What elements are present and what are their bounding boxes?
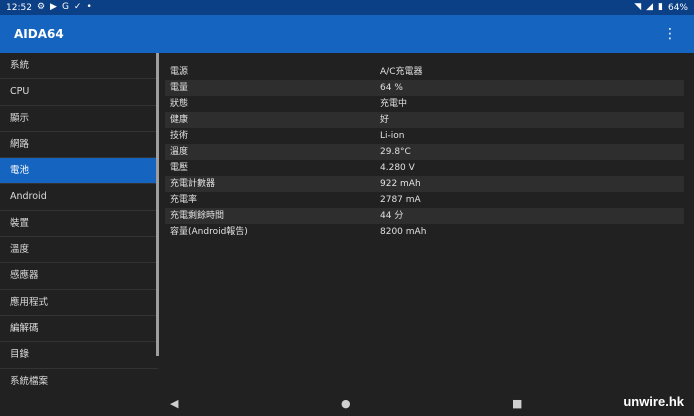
row-label: 健康: [170, 115, 189, 125]
row-value: 44 分: [380, 211, 404, 221]
row-value: 2787 mA: [380, 195, 421, 205]
row-label: 充電率: [170, 195, 198, 205]
sidebar-item[interactable]: 系統: [0, 53, 158, 80]
sidebar-item[interactable]: 溫度: [0, 237, 158, 264]
table-row: 狀態 充電中: [165, 96, 684, 112]
app-title: AIDA64: [14, 27, 64, 41]
gear-icon: ⚙: [36, 2, 46, 12]
row-value: 64 %: [380, 83, 403, 93]
status-bar: 12:52 ⚙ ▶ G ✓ • ◥ ◢ ▮ 64%: [0, 0, 694, 15]
sidebar-item[interactable]: 裝置: [0, 211, 158, 238]
battery-info-table: 電源 A/C充電器電量 64 % 狀態 充電中健康 好技術 Li-ion 溫度 29.8°C 電壓…: [165, 64, 684, 240]
row-label: 狀態: [170, 99, 189, 109]
row-label: 電量: [170, 83, 189, 93]
row-label: 充電計數器: [170, 179, 216, 189]
table-row: 電壓 4.280 V: [165, 160, 684, 176]
home-icon[interactable]: ●: [341, 397, 351, 410]
sidebar-item[interactable]: 電池: [0, 158, 158, 185]
app-bar: AIDA64 ⋮: [0, 15, 694, 53]
sidebar-item[interactable]: 應用程式: [0, 290, 158, 316]
navigation-bar: ◀ ● ■: [0, 390, 694, 416]
table-row: 健康 好: [165, 112, 684, 128]
google-icon: G: [61, 2, 69, 12]
row-label: 電源: [170, 67, 189, 77]
sidebar-item[interactable]: 系統檔案: [0, 369, 158, 390]
table-row: 電源 A/C充電器: [165, 64, 684, 80]
table-row: 溫度 29.8°C: [165, 144, 684, 160]
row-value: 充電中: [380, 99, 408, 109]
row-label: 技術: [170, 131, 189, 141]
battery-icon: ▮: [658, 2, 663, 12]
battery-percent: 64%: [667, 2, 688, 13]
table-row: 容量(Android報告) 8200 mAh: [165, 224, 684, 240]
sidebar-item[interactable]: Android: [0, 184, 158, 211]
row-value: 8200 mAh: [380, 227, 427, 237]
row-value: Li-ion: [380, 131, 405, 141]
row-label: 容量(Android報告): [170, 227, 248, 237]
sidebar: 系統 CPU 顯示 網路 電池 Android 裝置 溫度 感應器 應用程式 編解碼 目錄 系統檔案: [0, 53, 158, 390]
row-label: 充電剩餘時間: [170, 211, 225, 221]
table-row: 技術 Li-ion: [165, 128, 684, 144]
row-value: A/C充電器: [380, 67, 423, 77]
row-value: 好: [380, 115, 390, 125]
sidebar-scrollbar[interactable]: [156, 53, 159, 356]
sidebar-item[interactable]: 目錄: [0, 342, 158, 369]
youtube-icon: ▶: [50, 2, 57, 12]
status-time: 12:52: [6, 2, 32, 13]
row-value: 29.8°C: [380, 147, 411, 157]
row-value: 4.280 V: [380, 163, 415, 173]
check-icon: ✓: [73, 2, 82, 12]
row-label: 電壓: [170, 163, 189, 173]
sidebar-item[interactable]: 感應器: [0, 263, 158, 290]
sidebar-item[interactable]: 網路: [0, 132, 158, 159]
row-label: 溫度: [170, 147, 189, 157]
table-row: 充電計數器 922 mAh: [165, 176, 684, 192]
wifi-icon: ◥: [634, 2, 642, 12]
watermark: unwire.hk: [623, 394, 684, 409]
sidebar-item[interactable]: 編解碼: [0, 316, 158, 343]
recents-icon[interactable]: ■: [512, 397, 522, 410]
row-value: 922 mAh: [380, 179, 421, 189]
sidebar-item[interactable]: 顯示: [0, 106, 158, 132]
back-icon[interactable]: ◀: [170, 397, 178, 410]
dot-icon: •: [86, 2, 92, 12]
table-row: 電量 64 %: [165, 80, 684, 96]
table-row: 充電剩餘時間 44 分: [165, 208, 684, 224]
signal-icon: ◢: [646, 2, 654, 12]
table-row: 充電率 2787 mA: [165, 192, 684, 208]
sidebar-item[interactable]: CPU: [0, 79, 158, 106]
overflow-menu-icon[interactable]: ⋮: [660, 26, 680, 42]
